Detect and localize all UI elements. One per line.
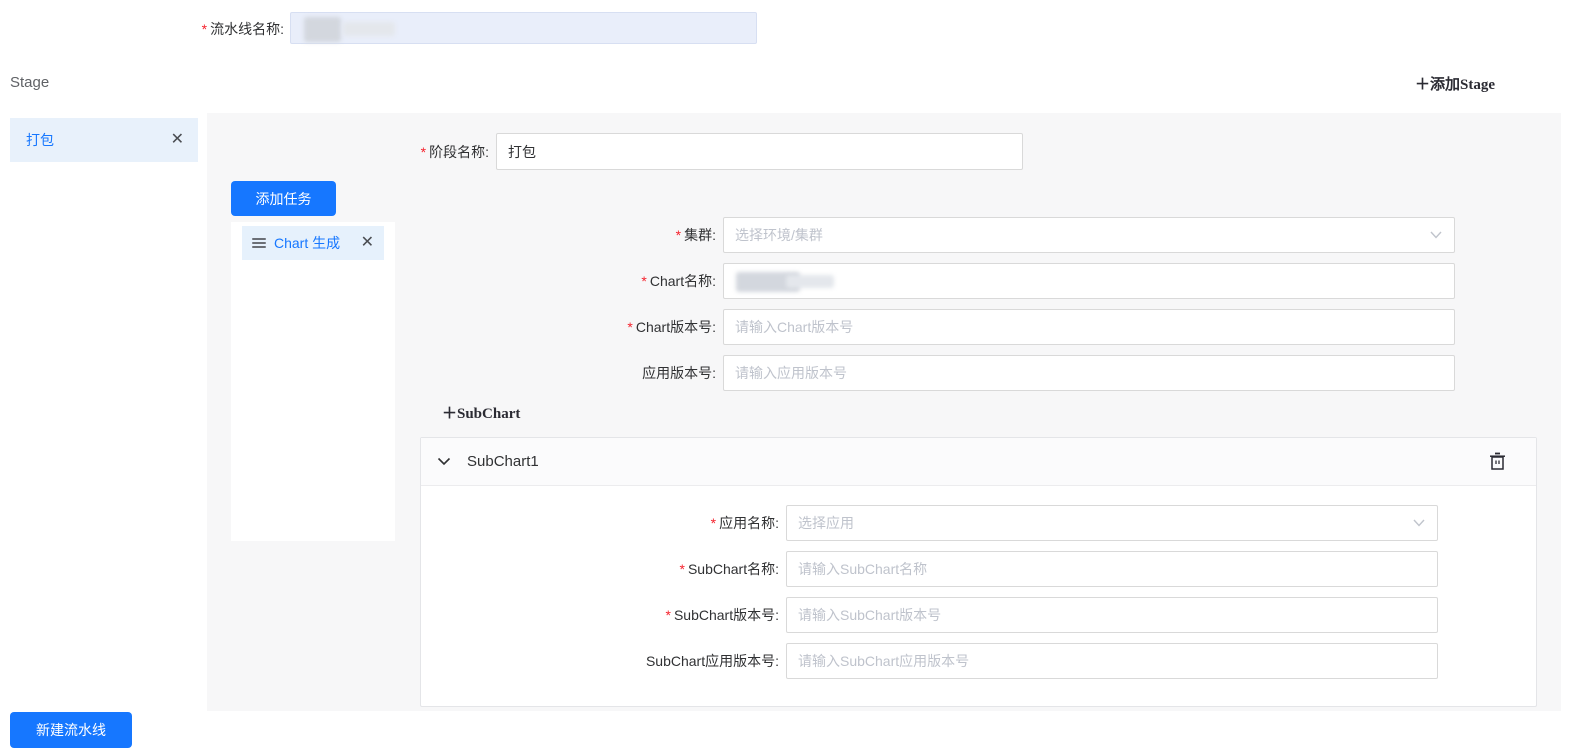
stage-tab-dabao[interactable]: 打包 ✕ bbox=[10, 118, 198, 162]
required-mark: * bbox=[202, 21, 207, 37]
stage-name-input-field[interactable] bbox=[508, 144, 1011, 160]
chart-version-row: *Chart版本号: bbox=[207, 309, 1477, 345]
app-version-field[interactable] bbox=[735, 365, 1443, 381]
subchart-version-row: *SubChart版本号: bbox=[421, 597, 1521, 633]
create-pipeline-button[interactable]: 新建流水线 bbox=[10, 712, 132, 748]
required-mark: * bbox=[641, 273, 646, 289]
subchart-header[interactable]: SubChart1 bbox=[421, 438, 1536, 486]
subchart-card: SubChart1 *应用名称: bbox=[420, 437, 1537, 707]
subchart-app-version-field[interactable] bbox=[798, 653, 1426, 669]
required-mark: * bbox=[627, 319, 632, 335]
chevron-down-icon bbox=[1413, 519, 1425, 527]
required-mark: * bbox=[711, 515, 716, 531]
chart-name-row: *Chart名称: bbox=[207, 263, 1477, 299]
subchart-app-name-label: *应用名称: bbox=[421, 513, 779, 533]
subchart-version-field[interactable] bbox=[798, 607, 1426, 623]
subchart-app-name-select[interactable] bbox=[786, 505, 1438, 541]
redacted-pipeline-name-trail bbox=[343, 22, 395, 36]
required-mark: * bbox=[680, 561, 685, 577]
add-stage-button[interactable]: ＋添加Stage bbox=[1415, 73, 1495, 94]
subchart-name-row: *SubChart名称: bbox=[421, 551, 1521, 587]
redacted-pipeline-name bbox=[304, 17, 341, 42]
subchart-app-version-label: SubChart应用版本号: bbox=[421, 651, 779, 671]
subchart-app-version-row: SubChart应用版本号: bbox=[421, 643, 1521, 679]
cluster-select-field[interactable] bbox=[735, 227, 1443, 243]
stage-editor-panel: *阶段名称: 添加任务 Chart 生成 ✕ *集群: bbox=[207, 113, 1561, 711]
cluster-label: *集群: bbox=[207, 225, 716, 245]
chart-version-field[interactable] bbox=[735, 319, 1443, 335]
stage-name-label: *阶段名称: bbox=[207, 142, 489, 162]
subchart-name-input[interactable] bbox=[786, 551, 1438, 587]
required-mark: * bbox=[421, 144, 426, 160]
cluster-select[interactable] bbox=[723, 217, 1455, 253]
subchart-app-name-row: *应用名称: bbox=[421, 505, 1521, 541]
redacted-chart-name-trail bbox=[786, 275, 834, 288]
add-task-button[interactable]: 添加任务 bbox=[231, 181, 336, 216]
chart-version-input[interactable] bbox=[723, 309, 1455, 345]
subchart-version-label: *SubChart版本号: bbox=[421, 605, 779, 625]
app-version-input[interactable] bbox=[723, 355, 1455, 391]
chart-name-label: *Chart名称: bbox=[207, 271, 716, 291]
app-version-label: 应用版本号: bbox=[207, 363, 716, 383]
subchart-name-label: *SubChart名称: bbox=[421, 559, 779, 579]
subchart-name-field[interactable] bbox=[798, 561, 1426, 577]
add-subchart-button[interactable]: ＋SubChart bbox=[442, 402, 520, 423]
stage-section-title: Stage bbox=[10, 74, 49, 91]
close-icon[interactable]: ✕ bbox=[171, 132, 184, 148]
required-mark: * bbox=[666, 607, 671, 623]
subchart-app-name-field[interactable] bbox=[798, 515, 1426, 531]
stage-tab-label: 打包 bbox=[26, 130, 171, 150]
pipeline-name-input[interactable] bbox=[290, 12, 757, 44]
stage-name-row: *阶段名称: bbox=[207, 133, 1307, 170]
pipeline-editor-page: *流水线名称: Stage ＋添加Stage 打包 ✕ *阶段名称: 添加任务 … bbox=[0, 0, 1583, 756]
collapse-chevron-icon[interactable] bbox=[437, 457, 451, 466]
chevron-down-icon bbox=[1430, 231, 1442, 239]
app-version-row: 应用版本号: bbox=[207, 355, 1477, 391]
stage-name-input[interactable] bbox=[496, 133, 1023, 170]
cluster-row: *集群: bbox=[207, 217, 1477, 253]
pipeline-name-label: *流水线名称: bbox=[0, 19, 284, 39]
chart-name-input[interactable] bbox=[723, 263, 1455, 299]
chart-version-label: *Chart版本号: bbox=[207, 317, 716, 337]
delete-trash-icon[interactable] bbox=[1489, 452, 1506, 471]
subchart-app-version-input[interactable] bbox=[786, 643, 1438, 679]
required-mark: * bbox=[676, 227, 681, 243]
subchart-title: SubChart1 bbox=[467, 453, 539, 470]
subchart-version-input[interactable] bbox=[786, 597, 1438, 633]
